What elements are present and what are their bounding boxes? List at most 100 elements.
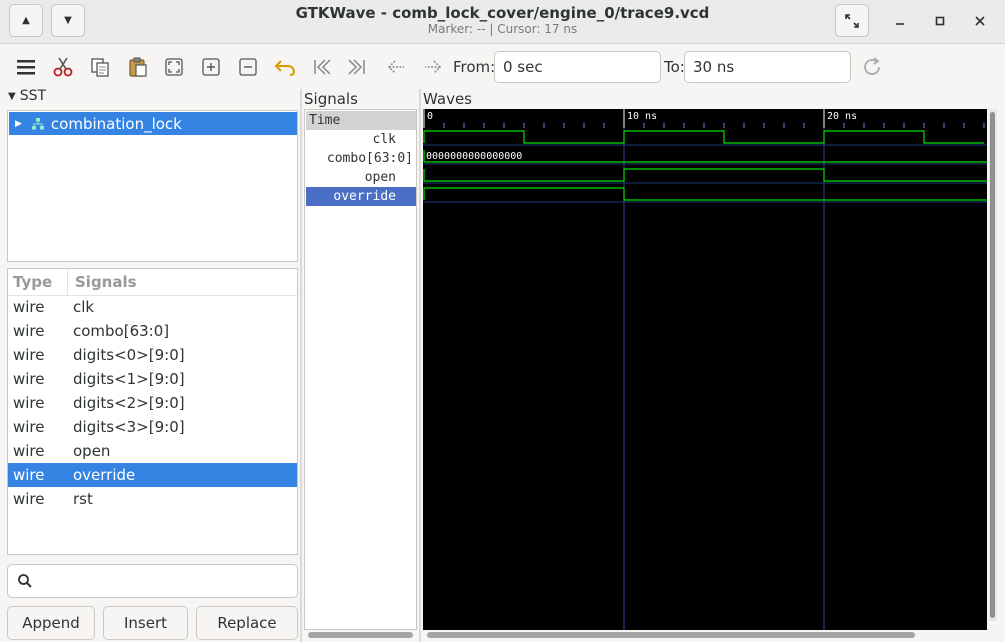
signals-column-header[interactable]: Signals [75,273,137,291]
paste-button[interactable] [125,54,151,80]
tree-item-combination-lock[interactable]: ▶ combination_lock [9,112,297,135]
zoom-in-button[interactable] [198,54,224,80]
insert-button[interactable]: Insert [103,606,188,640]
zoom-out-button[interactable] [235,54,261,80]
row-name: open [73,442,111,460]
arrow-left-icon [387,60,404,74]
list-item[interactable]: wire combo[63:0] [8,319,297,343]
row-name: combo[63:0] [73,322,170,340]
search-input[interactable] [40,569,290,593]
override-trace [423,187,987,201]
fullscreen-button[interactable] [835,4,869,37]
replace-button[interactable]: Replace [196,606,298,640]
undo-zoom-button[interactable] [272,54,298,80]
combo-value-label: 0000000000000000 [426,151,522,162]
reload-button[interactable] [859,54,885,80]
tree-item-label: combination_lock [50,114,182,133]
undo-icon [274,60,296,76]
sst-header[interactable]: ▼ SST [8,88,46,104]
row-name: rst [73,490,93,508]
hamburger-icon [17,60,35,75]
zoom-in-icon [202,58,220,76]
signals-pane: Time clk combo[63:0] open override [304,109,417,630]
waves-vertical-scroll-thumb[interactable] [990,112,995,618]
waves-pane-title: Waves [423,90,472,108]
row-name: digits<2>[9:0] [73,394,185,412]
fullscreen-icon [845,13,859,28]
append-button[interactable]: Append [7,606,95,640]
skip-start-icon [314,59,331,75]
list-item[interactable]: wire open [8,439,297,463]
scissors-icon [53,57,73,77]
zoom-out-icon [239,58,257,76]
pane-divider[interactable] [300,89,302,642]
cut-button[interactable] [50,54,76,80]
type-column-header[interactable]: Type [13,273,52,291]
expander-right-icon: ▶ [15,118,22,129]
row-type: wire [13,418,45,436]
list-item[interactable]: wire digits<1>[9:0] [8,367,297,391]
maximize-button[interactable] [928,10,952,32]
row-type: wire [13,394,45,412]
module-icon [31,117,44,129]
row-type: wire [13,370,45,388]
maximize-icon [935,16,945,26]
from-input[interactable] [494,51,661,83]
list-item[interactable]: wire digits<3>[9:0] [8,415,297,439]
header-bar: ▲ ▼ GTKWave - comb_lock_cover/engine_0/t… [0,0,1005,44]
goto-start-button[interactable] [309,54,335,80]
close-icon [975,16,985,26]
signal-list-header: Type Signals [8,269,297,296]
row-type: wire [13,346,45,364]
skip-end-icon [348,59,365,75]
minimize-button[interactable] [888,10,912,32]
signals-scrollbar[interactable] [308,632,413,638]
row-type: wire [13,298,45,316]
pane-divider[interactable] [419,89,421,642]
signal-row-clk[interactable]: clk [306,130,416,149]
signals-pane-title: Signals [304,90,358,108]
hierarchy-tree: ▶ combination_lock [7,110,298,262]
waveform-canvas[interactable]: 0 10 ns 20 ns 0000000000000000 [423,109,987,630]
list-item[interactable]: wire digits<0>[9:0] [8,343,297,367]
zoom-fit-button[interactable] [161,54,187,80]
goto-end-button[interactable] [344,54,370,80]
expander-down-icon: ▼ [8,90,16,102]
timeline-label: 10 ns [627,111,657,122]
copy-icon [91,58,109,77]
signal-row-override[interactable]: override [306,187,416,206]
previous-edge-button[interactable] [383,54,409,80]
signal-row-combo[interactable]: combo[63:0] [306,149,416,168]
next-edge-button[interactable] [420,54,446,80]
time-row: Time [306,111,416,130]
list-item[interactable]: wire digits<2>[9:0] [8,391,297,415]
zoom-fit-icon [165,58,183,76]
row-name: override [73,466,136,484]
waveform-view[interactable]: 0 10 ns 20 ns 0000000000000000 [423,109,987,630]
paste-icon [129,57,147,77]
column-divider [67,269,68,295]
row-type: wire [13,322,45,340]
copy-button[interactable] [87,54,113,80]
waves-horizontal-scrollbar[interactable] [427,632,915,638]
search-icon [18,574,32,588]
arrow-right-icon [425,60,442,74]
signal-row-open[interactable]: open [306,168,416,187]
row-name: clk [73,298,95,316]
to-input[interactable] [684,51,851,83]
row-name: digits<1>[9:0] [73,370,185,388]
clk-trace [423,130,984,144]
minimize-icon [896,23,904,25]
to-label: To: [664,58,685,76]
list-item-selected[interactable]: wire override [8,463,297,487]
list-item[interactable]: wire clk [8,295,297,319]
signal-list: Type Signals wire clk wire combo[63:0] wir… [7,268,298,555]
timeline-label: 0 [427,111,433,122]
list-item[interactable]: wire rst [8,487,297,511]
row-type: wire [13,490,45,508]
from-label: From: [453,58,496,76]
open-trace [423,168,987,182]
menu-button[interactable] [13,54,39,80]
close-button[interactable] [968,10,992,32]
signal-search-field[interactable] [7,564,298,598]
